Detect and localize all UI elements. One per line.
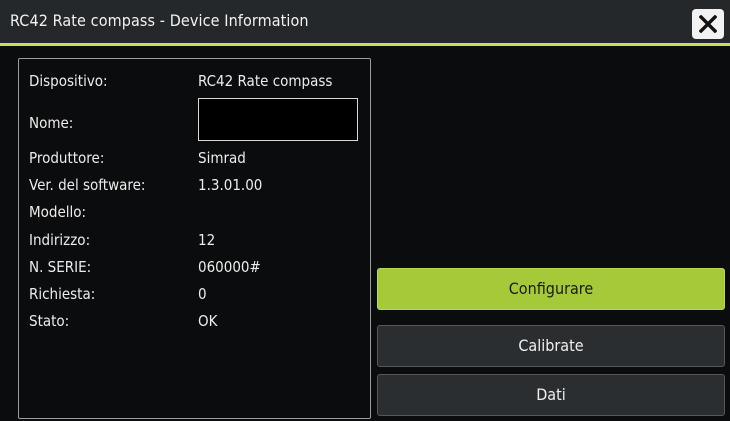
device-information-dialog: RC42 Rate compass - Device Information D… xyxy=(0,0,730,421)
serial-value: 060000# xyxy=(198,258,261,276)
status-value: OK xyxy=(198,312,218,330)
info-row-serial: N. SERIE: 060000# xyxy=(19,258,370,278)
manufacturer-value: Simrad xyxy=(198,149,246,167)
serial-label: N. SERIE: xyxy=(29,258,92,276)
info-row-software-version: Ver. del software: 1.3.01.00 xyxy=(19,176,370,196)
close-button[interactable] xyxy=(692,9,724,39)
dialog-title: RC42 Rate compass - Device Information xyxy=(10,11,309,30)
device-value: RC42 Rate compass xyxy=(198,72,333,90)
title-bar: RC42 Rate compass - Device Information xyxy=(0,0,730,46)
configure-button[interactable]: Configurare xyxy=(377,268,725,310)
device-label: Dispositivo: xyxy=(29,72,108,90)
name-input[interactable] xyxy=(198,98,358,141)
info-row-request: Richiesta: 0 xyxy=(19,285,370,305)
info-row-device: Dispositivo: RC42 Rate compass xyxy=(19,72,370,92)
data-button[interactable]: Dati xyxy=(377,374,725,416)
request-label: Richiesta: xyxy=(29,285,96,303)
info-row-model: Modello: xyxy=(19,203,370,223)
status-label: Stato: xyxy=(29,312,70,330)
close-icon xyxy=(699,15,717,33)
model-label: Modello: xyxy=(29,203,87,221)
request-value: 0 xyxy=(198,285,207,303)
info-row-status: Stato: OK xyxy=(19,312,370,332)
address-label: Indirizzo: xyxy=(29,231,91,249)
name-label: Nome: xyxy=(29,114,74,132)
software-version-label: Ver. del software: xyxy=(29,176,146,194)
info-row-manufacturer: Produttore: Simrad xyxy=(19,149,370,169)
calibrate-button[interactable]: Calibrate xyxy=(377,325,725,367)
software-version-value: 1.3.01.00 xyxy=(198,176,263,194)
info-row-address: Indirizzo: 12 xyxy=(19,231,370,251)
device-info-panel: Dispositivo: RC42 Rate compass Nome: Pro… xyxy=(18,58,371,419)
manufacturer-label: Produttore: xyxy=(29,149,105,167)
address-value: 12 xyxy=(198,231,216,249)
